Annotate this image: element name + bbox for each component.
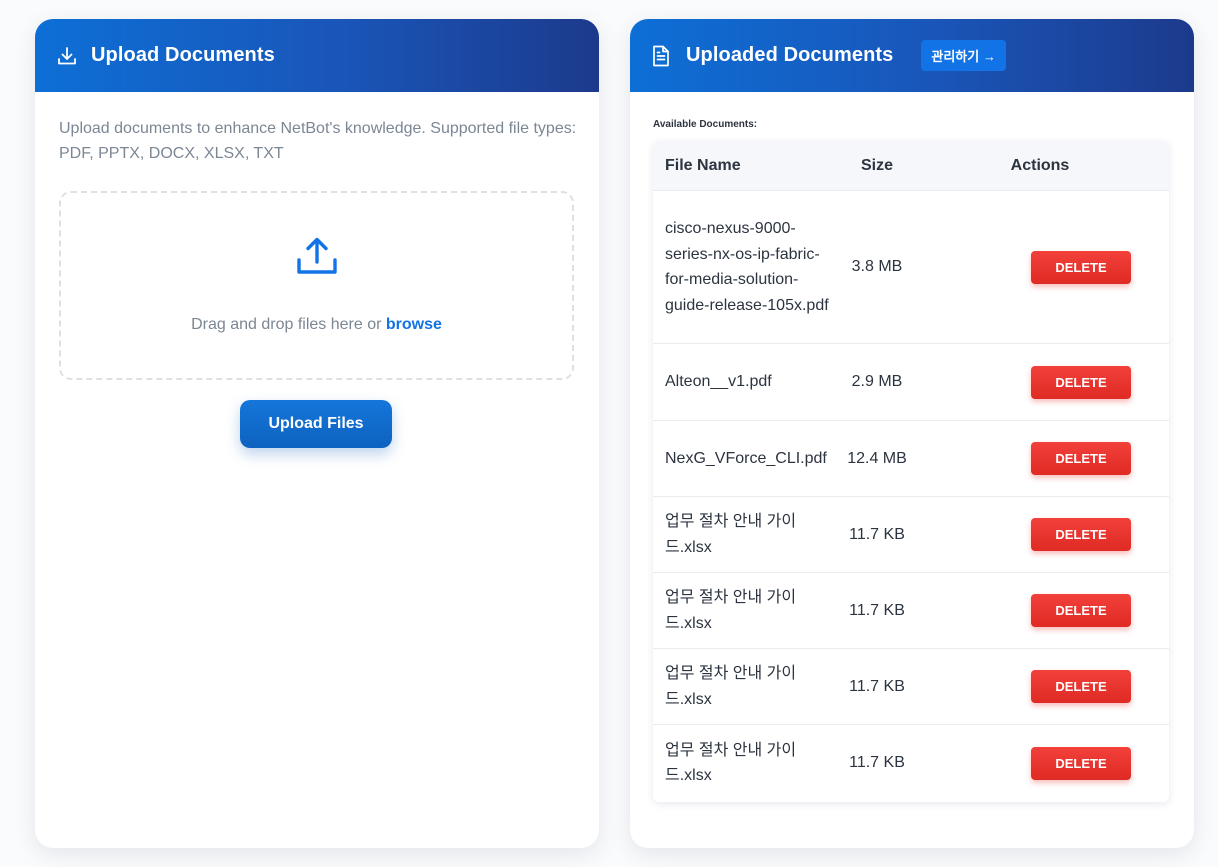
file-name: 업무 절차 안내 가이드.xlsx [665,741,797,785]
table-row: 업무 절차 안내 가이드.xlsx 11.7 KB DELETE [653,725,1169,801]
table-header: File Name Size Actions [653,141,1169,191]
dropzone-text: Drag and drop files here or browse [61,316,572,334]
upload-icon [295,235,339,284]
file-size: 2.9 MB [851,373,903,391]
documents-panel-title: Uploaded Documents [686,44,894,66]
table-row: cisco-nexus-9000-series-nx-os-ip-fabric-… [653,191,1169,344]
file-size: 11.7 KB [849,677,905,695]
file-name: 업무 절차 안내 가이드.xlsx [665,513,797,556]
file-size: 11.7 KB [849,525,905,543]
file-dropzone[interactable]: Drag and drop files here or browse [59,191,574,380]
upload-description: Upload documents to enhance NetBot's kno… [59,120,577,162]
delete-button[interactable]: DELETE [1031,442,1131,475]
delete-button[interactable]: DELETE [1031,250,1131,284]
file-name: cisco-nexus-9000-series-nx-os-ip-fabric-… [665,220,829,314]
manage-button[interactable]: 관리하기 → [921,40,1006,71]
file-size: 11.7 KB [849,754,905,772]
file-size: 11.7 KB [849,601,905,619]
column-header-actions: Actions [1010,156,1070,174]
document-icon [652,45,672,67]
file-name: 업무 절차 안내 가이드.xlsx [665,589,797,632]
download-icon [57,45,77,67]
uploaded-documents-panel: Uploaded Documents 관리하기 → Available Docu… [630,19,1194,848]
documents-panel-header: Uploaded Documents 관리하기 → [630,19,1194,92]
upload-panel-title: Upload Documents [91,44,275,66]
file-size: 12.4 MB [847,449,907,467]
column-header-file-name: File Name [665,156,741,174]
table-row: 업무 절차 안내 가이드.xlsx 11.7 KB DELETE [653,649,1169,725]
table-row: 업무 절차 안내 가이드.xlsx 11.7 KB DELETE [653,497,1169,573]
upload-files-button[interactable]: Upload Files [240,400,392,448]
delete-button[interactable]: DELETE [1031,594,1131,627]
file-name: NexG_VForce_CLI.pdf [665,449,827,467]
upload-documents-panel: Upload Documents Upload documents to enh… [35,19,599,848]
available-documents-label: Available Documents: [653,119,758,130]
file-name: Alteon__v1.pdf [665,373,772,391]
delete-button[interactable]: DELETE [1031,518,1131,551]
file-name: 업무 절차 안내 가이드.xlsx [665,665,797,708]
delete-button[interactable]: DELETE [1031,670,1131,703]
upload-panel-header: Upload Documents [35,19,599,92]
dropzone-label: Drag and drop files here or [191,316,382,333]
table-row: Alteon__v1.pdf 2.9 MB DELETE [653,344,1169,421]
column-header-size: Size [860,156,893,174]
delete-button[interactable]: DELETE [1031,746,1131,780]
delete-button[interactable]: DELETE [1031,365,1131,399]
table-row: NexG_VForce_CLI.pdf 12.4 MB DELETE [653,421,1169,497]
documents-table: File Name Size Actions cisco-nexus-9000-… [653,141,1169,802]
browse-link[interactable]: browse [386,316,442,333]
table-row: 업무 절차 안내 가이드.xlsx 11.7 KB DELETE [653,573,1169,649]
file-size: 3.8 MB [851,258,903,276]
